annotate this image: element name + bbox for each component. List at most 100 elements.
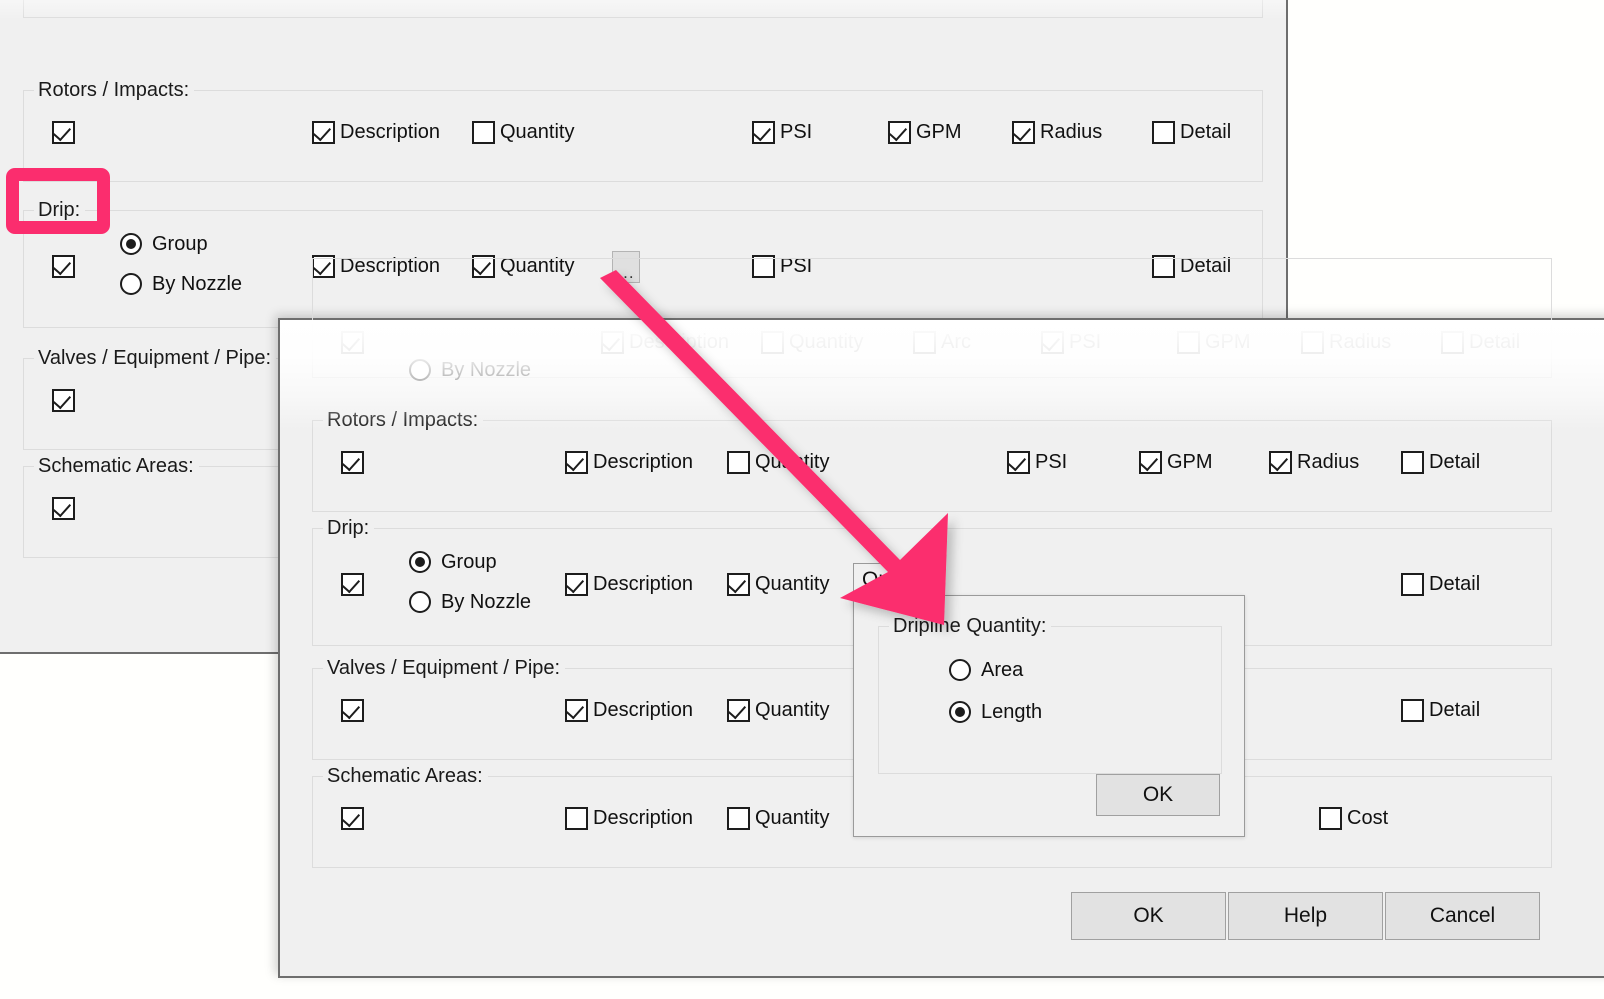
front-group-title-valves: Valves / Equipment / Pipe:	[323, 657, 566, 679]
options-radio-label-length: Length	[981, 701, 1043, 723]
back-rotors-cb-radius[interactable]	[1012, 121, 1035, 144]
front-rotors-cb-gpm[interactable]	[1139, 451, 1162, 474]
back-rotors-label-psi: PSI	[780, 121, 813, 143]
back-drip-radio-group[interactable]	[120, 233, 142, 255]
options-radio-area[interactable]	[949, 659, 971, 681]
front-faded-enable-checkbox[interactable]	[341, 331, 364, 354]
front-rotors-label-gpm: GPM	[1167, 451, 1213, 473]
front-faded-label-gpm: GPM	[1205, 331, 1251, 353]
front-cancel-button[interactable]: Cancel	[1385, 892, 1540, 940]
front-rotors-cb-radius[interactable]	[1269, 451, 1292, 474]
front-drip-radio-group[interactable]	[409, 551, 431, 573]
front-faded-radio-by-nozzle[interactable]	[409, 359, 431, 381]
front-drip-radio-label-by-nozzle: By Nozzle	[441, 591, 532, 613]
back-group-title-valves: Valves / Equipment / Pipe:	[34, 347, 277, 369]
front-valves-label-detail: Detail	[1429, 699, 1481, 721]
front-group-title-schematic: Schematic Areas:	[323, 765, 488, 787]
front-group-title-drip: Drip:	[323, 517, 375, 539]
front-rotors-cb-detail[interactable]	[1401, 451, 1424, 474]
front-drip-label-quantity: Quantity	[755, 573, 830, 595]
front-valves-cb-detail[interactable]	[1401, 699, 1424, 722]
back-rotors-label-radius: Radius	[1040, 121, 1103, 143]
back-rotors-cb-psi[interactable]	[752, 121, 775, 144]
front-valves-cb-description[interactable]	[565, 699, 588, 722]
front-faded-cb-arc[interactable]	[913, 331, 936, 354]
back-drip-radio-label-by-nozzle: By Nozzle	[152, 273, 243, 295]
front-rotors-label-detail: Detail	[1429, 451, 1481, 473]
back-valves-enable-checkbox[interactable]	[52, 389, 75, 412]
front-drip-label-description: Description	[593, 573, 694, 595]
front-faded-label-description: Description	[629, 331, 730, 353]
front-help-button[interactable]: Help	[1228, 892, 1383, 940]
front-rotors-label-quantity: Quantity	[755, 451, 830, 473]
front-drip-label-detail: Detail	[1429, 573, 1481, 595]
front-rotors-label-description: Description	[593, 451, 694, 473]
front-schematic-enable-checkbox[interactable]	[341, 807, 364, 830]
front-drip-enable-checkbox[interactable]	[341, 573, 364, 596]
front-faded-label-detail: Detail	[1469, 331, 1521, 353]
front-faded-label-arc: Arc	[941, 331, 971, 353]
front-drip-cb-detail[interactable]	[1401, 573, 1424, 596]
front-group-rotors-impacts: Rotors / Impacts: Description Quantity P…	[312, 409, 1552, 512]
options-tab-label: Options	[862, 568, 935, 591]
options-radio-label-area: Area	[981, 659, 1024, 681]
options-ok-button[interactable]: OK	[1096, 774, 1220, 816]
back-group-title-rotors-impacts: Rotors / Impacts:	[34, 79, 195, 101]
front-faded-cb-detail[interactable]	[1441, 331, 1464, 354]
front-rotors-enable-checkbox[interactable]	[341, 451, 364, 474]
back-drip-enable-checkbox[interactable]	[52, 255, 75, 278]
front-faded-group: By Nozzle Description Quantity Arc PSI G…	[312, 258, 1552, 381]
back-rotors-label-detail: Detail	[1180, 121, 1232, 143]
front-schematic-cb-description[interactable]	[565, 807, 588, 830]
front-schematic-cb-quantity[interactable]	[727, 807, 750, 830]
front-faded-cb-radius[interactable]	[1301, 331, 1324, 354]
front-rotors-cb-description[interactable]	[565, 451, 588, 474]
front-faded-radio-label-by-nozzle: By Nozzle	[441, 359, 532, 381]
back-rotors-cb-detail[interactable]	[1152, 121, 1175, 144]
options-group-title: Dripline Quantity:	[889, 615, 1052, 637]
front-rotors-label-radius: Radius	[1297, 451, 1360, 473]
front-valves-label-quantity: Quantity	[755, 699, 830, 721]
front-ok-button[interactable]: OK	[1071, 892, 1226, 940]
back-schematic-enable-checkbox[interactable]	[52, 497, 75, 520]
options-tab-caret	[936, 566, 938, 592]
front-faded-cb-description[interactable]	[601, 331, 624, 354]
front-drip-radio-by-nozzle[interactable]	[409, 591, 431, 613]
back-rotors-label-quantity: Quantity	[500, 121, 575, 143]
front-schematic-label-description: Description	[593, 807, 694, 829]
front-faded-cb-psi[interactable]	[1041, 331, 1064, 354]
back-rotors-cb-gpm[interactable]	[888, 121, 911, 144]
back-rotors-cb-quantity[interactable]	[472, 121, 495, 144]
back-drip-radio-by-nozzle[interactable]	[120, 273, 142, 295]
back-group-title-schematic: Schematic Areas:	[34, 455, 199, 477]
back-faded-group: By Nozzle Description Quantity Arc PSI G…	[23, 0, 1263, 18]
front-faded-cb-quantity[interactable]	[761, 331, 784, 354]
front-group-title-rotors-impacts: Rotors / Impacts:	[323, 409, 484, 431]
front-schematic-label-cost: Cost	[1347, 807, 1389, 829]
front-rotors-cb-psi[interactable]	[1007, 451, 1030, 474]
front-schematic-cb-cost[interactable]	[1319, 807, 1342, 830]
back-drip-radio-label-group: Group	[152, 233, 208, 255]
back-rotors-cb-description[interactable]	[312, 121, 335, 144]
back-rotors-label-description: Description	[340, 121, 441, 143]
back-group-rotors-impacts: Rotors / Impacts: Description Quantity P…	[23, 79, 1263, 182]
screenshot-stage: By Nozzle Description Quantity Arc PSI G…	[0, 0, 1604, 994]
front-valves-cb-quantity[interactable]	[727, 699, 750, 722]
back-rotors-label-gpm: GPM	[916, 121, 962, 143]
front-faded-cb-gpm[interactable]	[1177, 331, 1200, 354]
back-group-title-drip: Drip:	[34, 199, 86, 221]
front-faded-label-psi: PSI	[1069, 331, 1102, 353]
front-rotors-label-psi: PSI	[1035, 451, 1068, 473]
front-faded-label-quantity: Quantity	[789, 331, 864, 353]
front-drip-cb-quantity[interactable]	[727, 573, 750, 596]
front-drip-radio-label-group: Group	[441, 551, 497, 573]
back-rotors-enable-checkbox[interactable]	[52, 121, 75, 144]
front-valves-enable-checkbox[interactable]	[341, 699, 364, 722]
front-schematic-label-quantity: Quantity	[755, 807, 830, 829]
front-rotors-cb-quantity[interactable]	[727, 451, 750, 474]
front-valves-label-description: Description	[593, 699, 694, 721]
front-drip-cb-description[interactable]	[565, 573, 588, 596]
options-group-dripline-quantity: Dripline Quantity: Area Length	[878, 615, 1222, 774]
options-popup-panel: Dripline Quantity: Area Length OK	[853, 595, 1245, 837]
options-radio-length[interactable]	[949, 701, 971, 723]
